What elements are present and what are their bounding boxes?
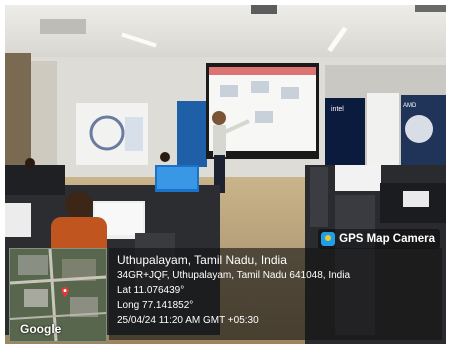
latitude: Lat 11.076439° [117, 285, 185, 296]
map-thumbnail: Google [9, 248, 107, 342]
app-label: GPS Map Camera [339, 233, 435, 245]
google-logo: Google [20, 322, 62, 336]
map-pin-icon [61, 287, 69, 297]
datetime: 25/04/24 11:20 AM GMT +05:30 [117, 315, 259, 326]
gps-map-camera-badge: GPS Map Camera [318, 229, 440, 249]
photo-frame: intel AMD GPS Map Camera Google Uthupala… [5, 5, 446, 344]
address-line: 34GR+JQF, Uthupalayam, Tamil Nadu 641048… [117, 270, 351, 281]
location-title: Uthupalayam, Tamil Nadu, India [117, 253, 287, 267]
intel-badge: intel [331, 106, 344, 113]
amd-badge: AMD [403, 103, 417, 109]
camera-icon [321, 232, 336, 246]
location-info-panel: Uthupalayam, Tamil Nadu, India 34GR+JQF,… [109, 248, 442, 340]
longitude: Long 77.141852° [117, 300, 194, 311]
